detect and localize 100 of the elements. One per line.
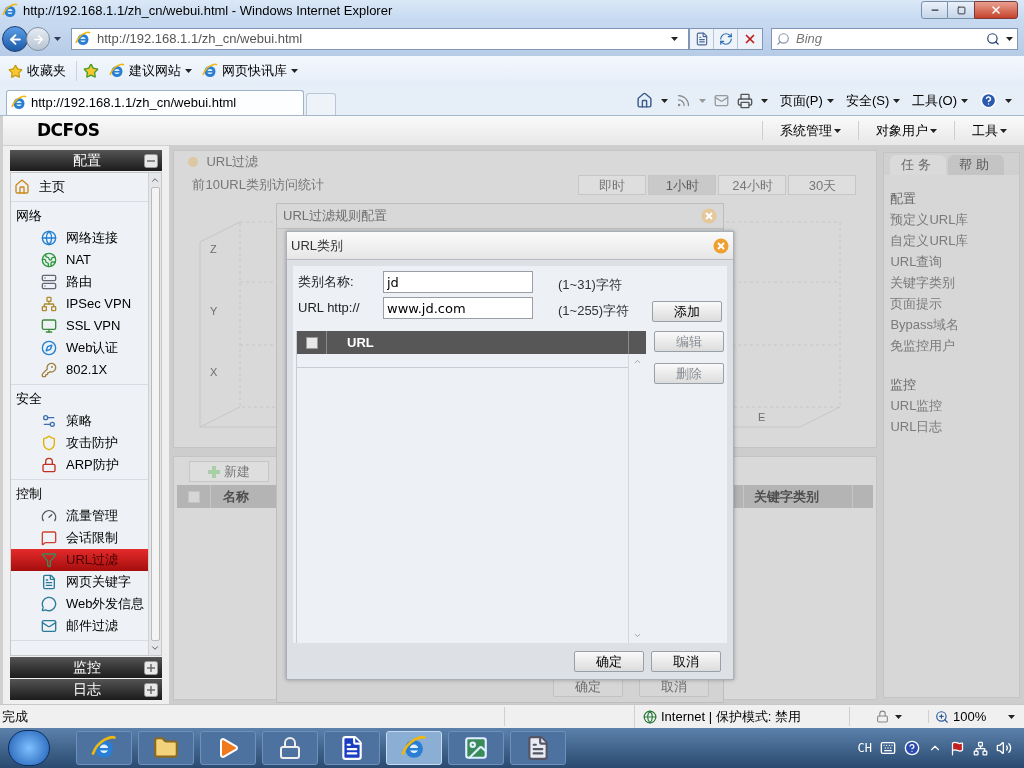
command-menu[interactable]: 安全(S)	[845, 90, 901, 111]
mail-icon[interactable]	[713, 93, 729, 108]
caret-icon	[834, 128, 841, 133]
group-heading: 安全	[15, 390, 43, 409]
compass-icon	[41, 340, 57, 356]
network-icon	[41, 296, 57, 312]
print-icon[interactable]	[736, 92, 753, 109]
nav-item[interactable]: 流量管理	[11, 505, 149, 527]
mail-icon	[41, 618, 57, 634]
nav-item[interactable]: IPSec VPN	[11, 293, 149, 315]
globe-icon	[643, 709, 657, 724]
nav-item[interactable]: 攻击防护	[11, 432, 149, 454]
axis-label: X	[210, 366, 218, 378]
new-button[interactable]: 新建	[189, 461, 270, 482]
add-favorite-button[interactable]	[83, 63, 99, 79]
input-field[interactable]: jd	[383, 271, 533, 293]
nav-item[interactable]: 网络连接	[11, 227, 149, 249]
window-title: http://192.168.1.1/zh_cn/webui.html - Windows Internet Explorer	[23, 2, 394, 21]
status-dot-icon	[188, 157, 199, 167]
home-icon[interactable]	[635, 92, 653, 109]
panel-tab[interactable]: 帮助	[948, 155, 1005, 175]
range-tab[interactable]: 24小时	[718, 175, 787, 195]
keyboard-icon[interactable]	[880, 740, 896, 756]
menu-item[interactable]: 对象用户	[858, 120, 954, 141]
nav-item[interactable]: SSL VPN	[11, 315, 149, 337]
nav-item[interactable]: 网页关键字	[11, 571, 149, 593]
range-tab[interactable]: 即时	[578, 175, 647, 195]
image-icon	[463, 735, 489, 761]
feed-icon[interactable]	[675, 93, 691, 108]
taskbar-button[interactable]	[138, 731, 194, 765]
volume-icon[interactable]	[996, 740, 1012, 756]
group-heading: 网络	[15, 207, 43, 226]
star-icon	[8, 63, 23, 79]
close-button[interactable]	[974, 1, 1018, 19]
maximize-button[interactable]	[948, 1, 974, 19]
nav-item[interactable]: 会话限制	[11, 527, 149, 549]
nav-item[interactable]: 主页	[11, 176, 149, 198]
globe-logo-icon	[109, 63, 125, 79]
command-menu[interactable]: 工具(O)	[912, 90, 968, 111]
menu-item[interactable]: 工具	[954, 120, 1024, 141]
taskbar-button[interactable]	[200, 731, 256, 765]
zoom-button[interactable]: 100%	[929, 706, 1016, 727]
add-button[interactable]: 添加	[652, 300, 722, 322]
group-heading: 控制	[15, 485, 43, 504]
key-icon	[41, 362, 57, 378]
address-bar[interactable]: http://192.168.1.1/zh_cn/webui.html	[71, 28, 689, 50]
input-field[interactable]: www.jd.com	[383, 297, 533, 319]
taskbar-button[interactable]	[262, 731, 318, 765]
checkbox[interactable]	[187, 490, 200, 503]
monitor-icon	[41, 318, 57, 334]
favorites-button[interactable]: 收藏夹	[8, 61, 77, 81]
nav-item[interactable]: NAT	[11, 249, 149, 271]
taskbar-button[interactable]	[448, 731, 504, 765]
language-indicator[interactable]: CH	[857, 739, 872, 757]
section-header[interactable]: 监控	[10, 657, 163, 678]
browser-tab[interactable]: http://192.168.1.1/zh_cn/webui.html	[6, 90, 304, 115]
favorite-link[interactable]: 网页快讯库	[202, 61, 298, 81]
column-header: URL	[346, 333, 375, 352]
nav-item[interactable]: 802.1X	[11, 359, 149, 381]
panel-tab[interactable]: 任务	[890, 155, 947, 175]
dialog-button[interactable]: 取消	[651, 650, 721, 672]
dialog-button[interactable]: 确定	[574, 650, 644, 672]
funnel-icon	[41, 552, 57, 568]
taskbar-button[interactable]	[324, 731, 380, 765]
nav-item[interactable]: ARP防护	[11, 454, 149, 476]
checkbox[interactable]	[305, 336, 318, 349]
menu-item[interactable]: 系统管理	[762, 120, 858, 141]
chart-title: 前10URL类别访问统计	[192, 176, 325, 195]
network-icon[interactable]	[973, 740, 988, 756]
server-icon	[41, 274, 57, 290]
nav-item[interactable]: Web外发信息	[11, 593, 149, 615]
start-button[interactable]	[8, 730, 50, 766]
expand-icon	[144, 682, 159, 697]
range-tab[interactable]: 1小时	[648, 175, 717, 195]
document-icon	[41, 574, 57, 590]
minimize-button[interactable]	[921, 1, 948, 19]
flag-icon[interactable]	[950, 740, 965, 756]
nav-item[interactable]: 策略	[11, 410, 149, 432]
caret-icon	[893, 98, 901, 103]
command-menu[interactable]: 页面(P)	[779, 90, 834, 111]
search-field[interactable]: Bing	[771, 28, 1018, 50]
scroll-down-icon	[150, 643, 161, 653]
favorite-link[interactable]: 建议网站	[109, 61, 192, 81]
scroll-thumb[interactable]	[150, 187, 160, 641]
nav-item[interactable]: Web认证	[11, 337, 149, 359]
refresh-icon	[718, 32, 733, 46]
document-icon	[339, 735, 365, 761]
nav-item[interactable]: 路由	[11, 271, 149, 293]
taskbar-button[interactable]	[510, 731, 566, 765]
scroll-up-icon	[150, 175, 161, 185]
help-icon[interactable]	[980, 92, 997, 109]
lock-icon	[876, 710, 889, 723]
dialog-title: URL类别	[291, 236, 344, 255]
section-header[interactable]: 日志	[10, 679, 163, 700]
back-button[interactable]	[2, 26, 28, 52]
range-tab[interactable]: 30天	[788, 175, 857, 195]
caret-icon	[1006, 37, 1013, 41]
section-header[interactable]: 配置	[10, 150, 163, 171]
nav-item[interactable]: 邮件过滤	[11, 615, 149, 637]
help-icon[interactable]	[904, 740, 920, 756]
